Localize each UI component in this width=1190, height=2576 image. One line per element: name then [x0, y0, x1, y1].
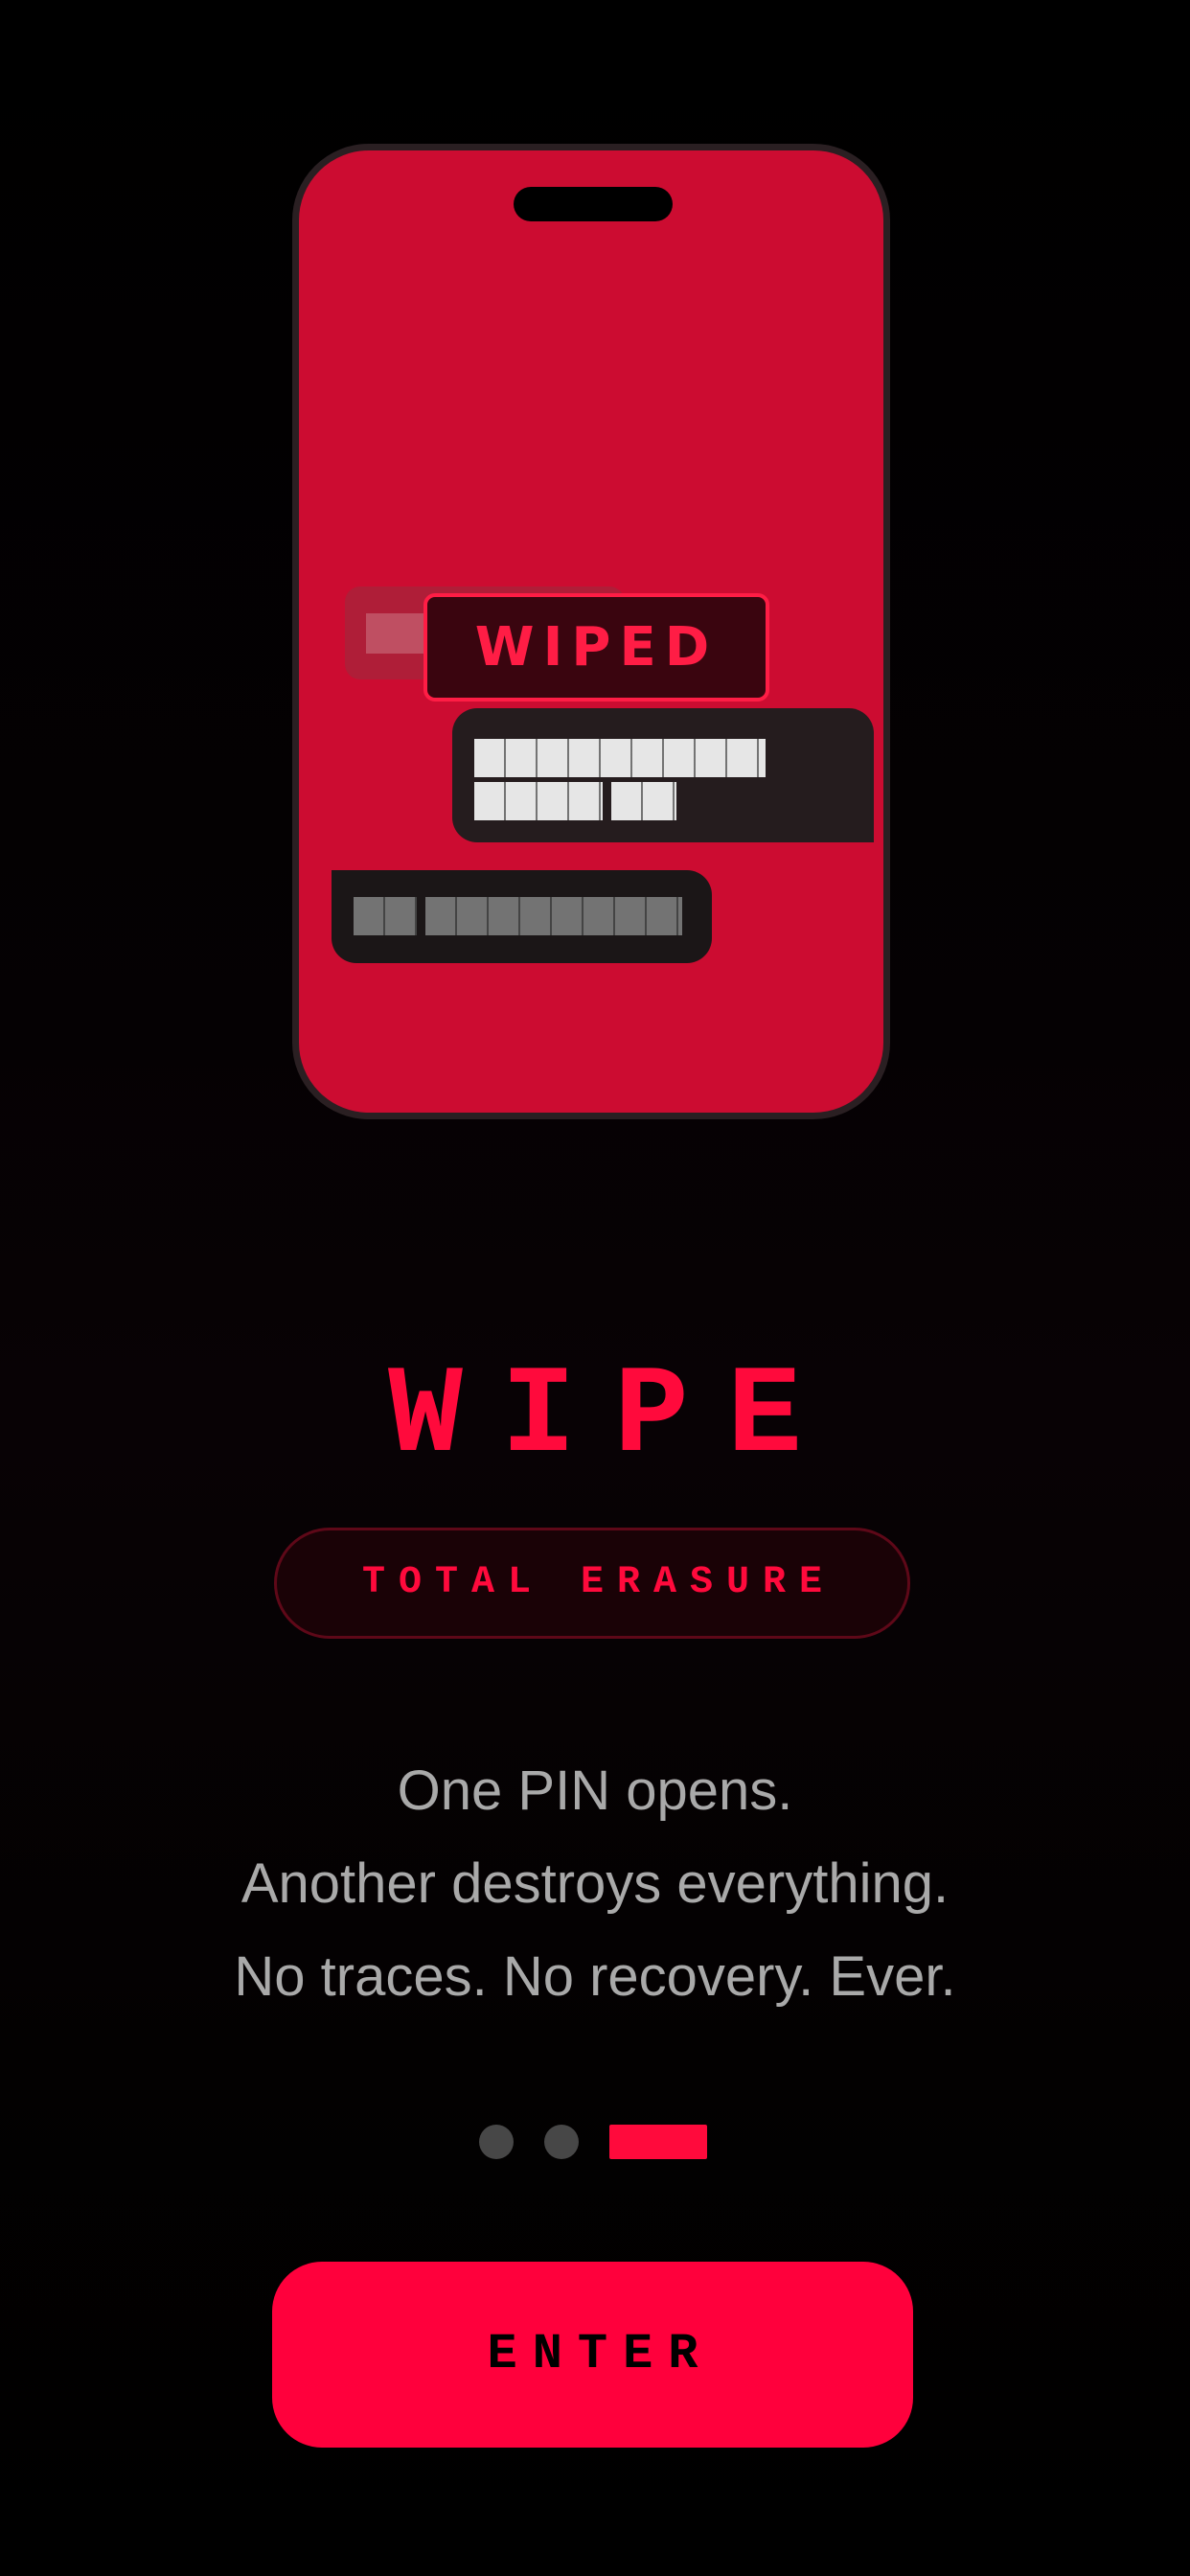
redacted-message-bubble-incoming: [452, 708, 874, 842]
enter-button[interactable]: ENTER: [272, 2262, 913, 2448]
redacted-text-row: [474, 739, 768, 777]
redacted-block: [354, 897, 417, 935]
page-dot-3-active[interactable]: [609, 2125, 707, 2159]
page-dot-1[interactable]: [479, 2125, 514, 2159]
redacted-message-bubble-outgoing: [332, 870, 712, 963]
subtitle-badge: TOTAL ERASURE: [274, 1528, 910, 1639]
description: One PIN opens. Another destroys everythi…: [0, 1744, 1190, 2023]
redacted-block: [474, 739, 766, 777]
description-line: No traces. No recovery. Ever.: [234, 1945, 956, 2008]
redacted-text-row: [354, 897, 685, 935]
page-title: WIPE: [387, 1347, 841, 1488]
redacted-text-row: [474, 782, 679, 820]
description-line: Another destroys everything.: [240, 1852, 950, 1915]
redacted-block: [425, 897, 682, 935]
phone-illustration: WIPED: [292, 144, 890, 1119]
page-dot-2[interactable]: [544, 2125, 579, 2159]
description-line: One PIN opens.: [397, 1760, 793, 1822]
page-indicator: [479, 2125, 707, 2159]
redacted-block: [474, 782, 603, 820]
redacted-block: [611, 782, 676, 820]
phone-notch: [514, 187, 673, 221]
wiped-stamp: WIPED: [423, 593, 769, 702]
